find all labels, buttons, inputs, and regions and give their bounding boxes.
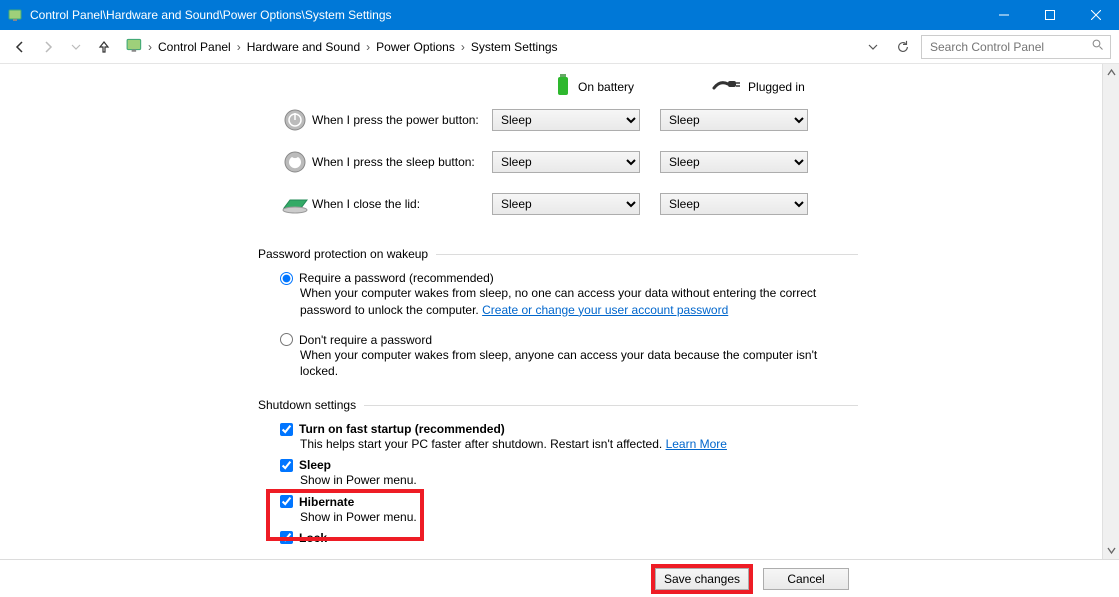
power-button-battery-select[interactable]: Sleep: [492, 109, 640, 131]
nav-forward-button[interactable]: [36, 35, 60, 59]
power-button-plugged-select[interactable]: Sleep: [660, 109, 808, 131]
plug-icon: [712, 78, 740, 95]
chevron-right-icon: ›: [366, 40, 370, 54]
power-button-icon: [278, 108, 312, 132]
section-title: Password protection on wakeup: [258, 247, 428, 261]
divider: [364, 405, 858, 406]
control-panel-icon: [8, 7, 24, 23]
lid-icon: [278, 194, 312, 214]
checkbox-description: Show in Power menu.: [300, 509, 858, 525]
footer: Save changes Cancel: [0, 559, 1119, 597]
learn-more-link[interactable]: Learn More: [666, 437, 727, 451]
require-password-radio[interactable]: [280, 272, 293, 285]
checkbox-label: Sleep: [299, 458, 331, 472]
breadcrumb-item[interactable]: Power Options: [374, 38, 457, 56]
radio-description: When your computer wakes from sleep, any…: [300, 347, 840, 381]
save-changes-button[interactable]: Save changes: [655, 568, 749, 590]
breadcrumb-item[interactable]: Control Panel: [156, 38, 233, 56]
checkbox-label: Hibernate: [299, 495, 354, 509]
row-label: When I close the lid:: [312, 197, 492, 211]
cancel-button[interactable]: Cancel: [763, 568, 849, 590]
nav-up-button[interactable]: [92, 35, 116, 59]
chevron-right-icon: ›: [237, 40, 241, 54]
save-highlight: Save changes: [651, 564, 753, 594]
password-section: Password protection on wakeup Require a …: [258, 247, 858, 380]
fast-startup-checkbox[interactable]: [280, 423, 293, 436]
nav-back-button[interactable]: [8, 35, 32, 59]
breadcrumb-item[interactable]: System Settings: [469, 38, 560, 56]
address-icon: [126, 36, 144, 57]
chevron-right-icon: ›: [148, 40, 152, 54]
no-password-radio[interactable]: [280, 333, 293, 346]
divider: [436, 254, 858, 255]
breadcrumb-item[interactable]: Hardware and Sound: [245, 38, 362, 56]
checkbox-description: Show in Power menu.: [300, 472, 858, 488]
scroll-up-icon[interactable]: [1103, 64, 1119, 81]
sleep-button-plugged-select[interactable]: Sleep: [660, 151, 808, 173]
radio-label: Don't require a password: [299, 333, 432, 347]
lid-battery-select[interactable]: Sleep: [492, 193, 640, 215]
scroll-down-icon[interactable]: [1103, 542, 1119, 559]
sleep-button-icon: [278, 150, 312, 174]
close-button[interactable]: [1073, 0, 1119, 30]
maximize-button[interactable]: [1027, 0, 1073, 30]
column-label: On battery: [578, 80, 634, 94]
hibernate-highlight: Hibernate Show in Power menu.: [280, 495, 858, 525]
chevron-right-icon: ›: [461, 40, 465, 54]
sleep-button-battery-select[interactable]: Sleep: [492, 151, 640, 173]
sleep-checkbox[interactable]: [280, 459, 293, 472]
page-content: On battery Plugged in When I press the p…: [0, 64, 1119, 559]
hibernate-checkbox[interactable]: [280, 495, 293, 508]
radio-description: When your computer wakes from sleep, no …: [300, 285, 840, 319]
titlebar: Control Panel\Hardware and Sound\Power O…: [0, 0, 1119, 30]
column-header-battery: On battery: [556, 74, 634, 99]
vertical-scrollbar[interactable]: [1102, 64, 1119, 559]
row-sleep-button: When I press the sleep button: Sleep Sle…: [278, 141, 1102, 183]
titlebar-text: Control Panel\Hardware and Sound\Power O…: [30, 8, 392, 22]
section-title: Shutdown settings: [258, 398, 356, 412]
search-icon: [1092, 39, 1104, 54]
radio-label: Require a password (recommended): [299, 271, 494, 285]
checkbox-label: Turn on fast startup (recommended): [299, 422, 505, 436]
column-header-plugged: Plugged in: [712, 78, 805, 95]
address-dropdown-button[interactable]: [861, 35, 885, 59]
column-label: Plugged in: [748, 80, 805, 94]
row-label: When I press the power button:: [312, 113, 492, 127]
refresh-button[interactable]: [891, 35, 915, 59]
search-box[interactable]: [921, 35, 1111, 59]
account-password-link[interactable]: Create or change your user account passw…: [482, 303, 728, 317]
row-power-button: When I press the power button: Sleep Sle…: [278, 99, 1102, 141]
shutdown-section: Shutdown settings Turn on fast startup (…: [258, 398, 858, 545]
battery-icon: [556, 74, 570, 99]
nav-recent-button[interactable]: [64, 35, 88, 59]
row-close-lid: When I close the lid: Sleep Sleep: [278, 183, 1102, 225]
lid-plugged-select[interactable]: Sleep: [660, 193, 808, 215]
row-label: When I press the sleep button:: [312, 155, 492, 169]
navbar: › Control Panel › Hardware and Sound › P…: [0, 30, 1119, 64]
breadcrumb: › Control Panel › Hardware and Sound › P…: [126, 36, 857, 57]
search-input[interactable]: [928, 39, 1078, 55]
checkbox-description: This helps start your PC faster after sh…: [300, 436, 858, 452]
minimize-button[interactable]: [981, 0, 1027, 30]
